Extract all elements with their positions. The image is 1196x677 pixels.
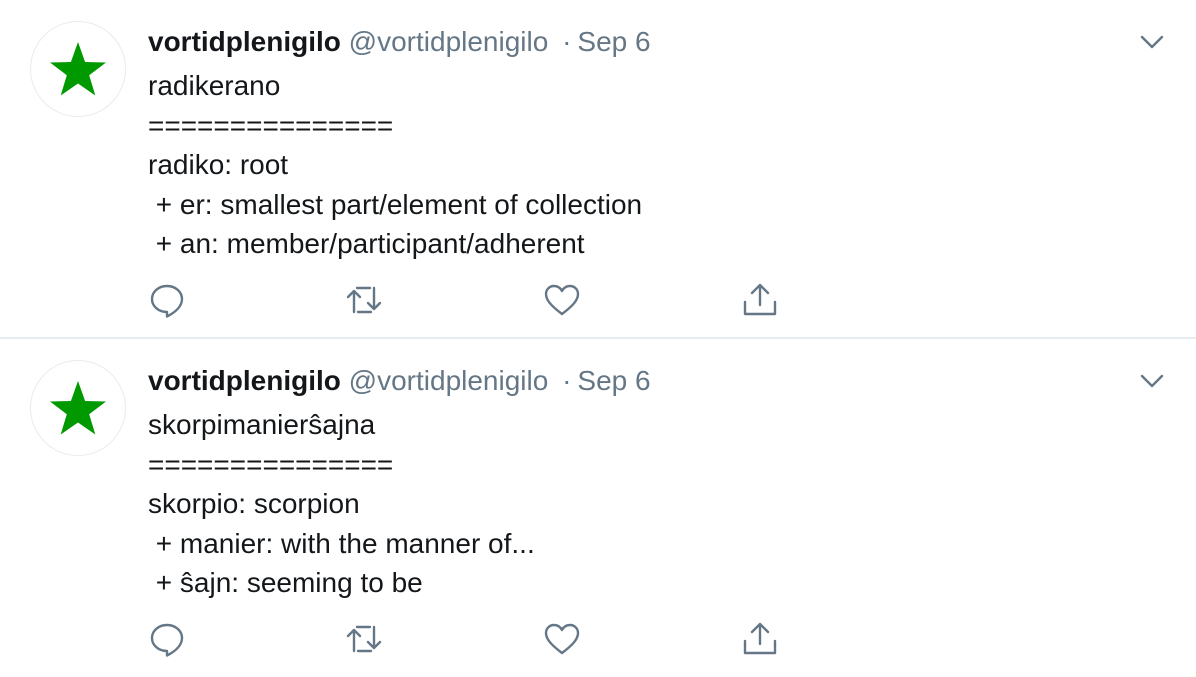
tweet-header: vortidplenigilo @vortidplenigilo · Sep 6 [148, 363, 651, 399]
separator-dot: · [562, 26, 572, 57]
tweet-feed: vortidplenigilo @vortidplenigilo · Sep 6 … [0, 0, 1196, 676]
tweet-line: + manier: with the manner of... [148, 527, 535, 559]
tweet-header: vortidplenigilo @vortidplenigilo · Sep 6 [148, 24, 651, 60]
tweet-line: radiko: root [148, 149, 289, 180]
separator-dot: · [562, 365, 572, 396]
author-handle[interactable]: @vortidplenigilo [349, 365, 549, 396]
tweet[interactable]: vortidplenigilo @vortidplenigilo · Sep 6 … [0, 339, 1196, 677]
like-icon[interactable] [542, 619, 582, 659]
tweet-text: radikerano =============== radiko: root + … [148, 66, 642, 264]
green-star-icon [50, 381, 106, 435]
tweet[interactable]: vortidplenigilo @vortidplenigilo · Sep 6 … [0, 0, 1196, 338]
tweet-line: + ŝajn: seeming to be [148, 567, 423, 598]
tweet-line: skorpio: scorpion [148, 488, 360, 519]
tweet-line: =============== [148, 109, 394, 141]
like-icon[interactable] [542, 280, 582, 320]
reply-icon[interactable] [148, 619, 188, 659]
author-name[interactable]: vortidplenigilo [148, 26, 341, 57]
tweet-line: + an: member/participant/adherent [148, 228, 585, 259]
tweet-date[interactable]: Sep 6 [577, 26, 650, 57]
tweet-line: radikerano [148, 70, 281, 101]
avatar[interactable] [30, 360, 126, 456]
tweet-line: skorpimanierŝajna [148, 409, 376, 440]
author-handle[interactable]: @vortidplenigilo [349, 26, 549, 57]
retweet-icon[interactable] [344, 619, 384, 659]
tweet-line: =============== [148, 448, 394, 480]
tweet-text: skorpimanierŝajna =============== skorpio:… [148, 405, 535, 603]
author-name[interactable]: vortidplenigilo [148, 365, 341, 396]
reply-icon[interactable] [148, 280, 188, 320]
retweet-icon[interactable] [344, 280, 384, 320]
green-star-icon [50, 42, 106, 96]
chevron-down-icon[interactable] [1137, 30, 1167, 54]
share-icon[interactable] [740, 280, 780, 320]
avatar[interactable] [30, 21, 126, 117]
tweet-date[interactable]: Sep 6 [577, 365, 650, 396]
tweet-line: + er: smallest part/element of collectio… [148, 188, 643, 220]
share-icon[interactable] [740, 619, 780, 659]
chevron-down-icon[interactable] [1137, 369, 1167, 393]
